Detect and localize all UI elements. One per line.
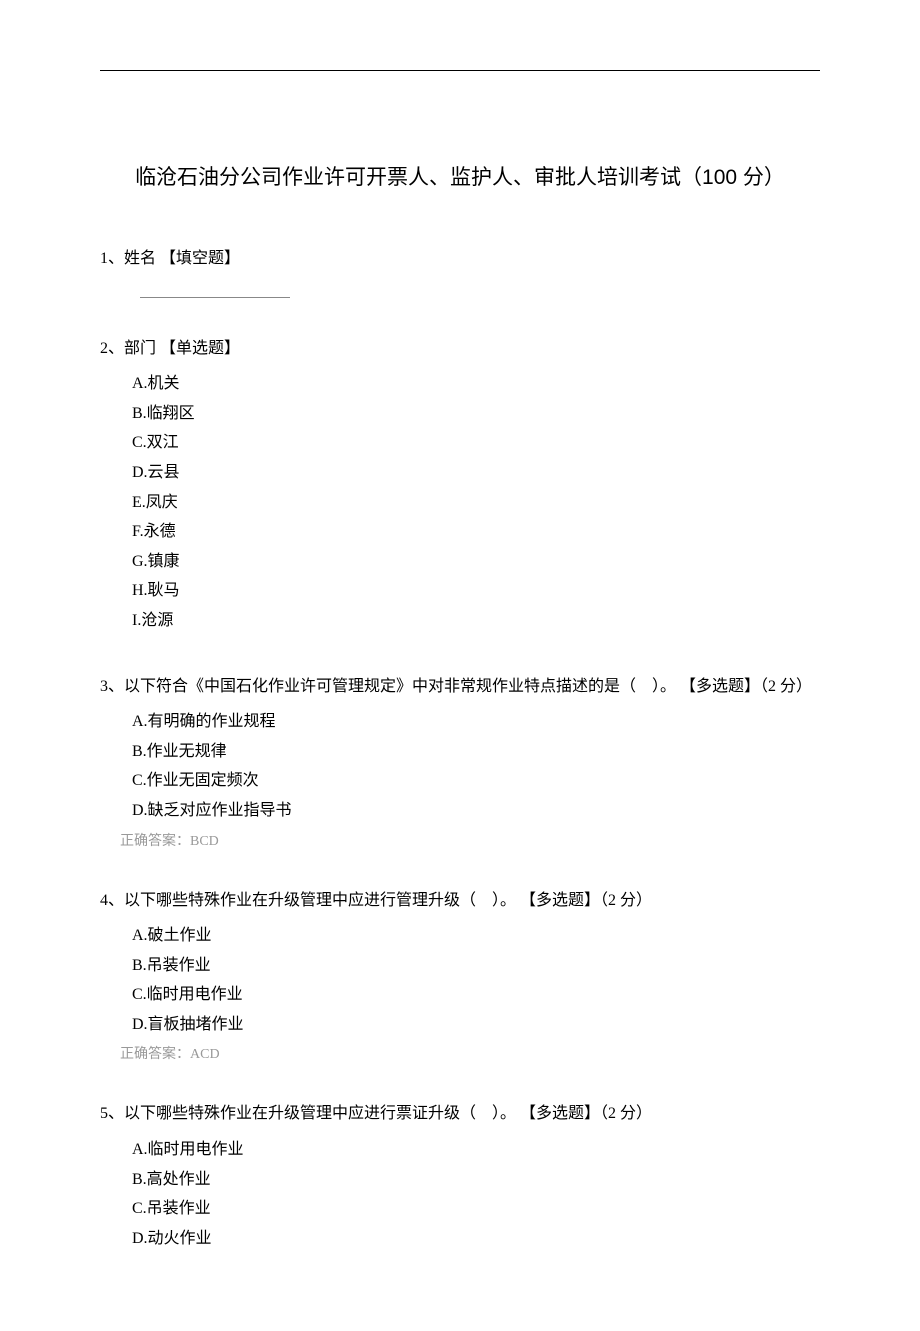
options-list: A.破土作业 B.吊装作业 C.临时用电作业 D.盲板抽堵作业 [100,921,820,1039]
option-item: G.镇康 [132,547,820,577]
options-list: A.有明确的作业规程 B.作业无规律 C.作业无固定频次 D.缺乏对应作业指导书 [100,707,820,825]
fill-blank-line[interactable] [140,290,290,298]
question-type: 【单选题】 [160,340,240,357]
correct-answer: 正确答案：BCD [100,830,820,850]
option-item: A.破土作业 [132,921,820,951]
question-text: 1、姓名 【填空题】 [100,246,820,272]
question-number: 2、 [100,340,124,357]
option-item: D.缺乏对应作业指导书 [132,796,820,826]
question-score: （2 分） [600,1105,652,1122]
question-text: 2、部门 【单选题】 [100,336,820,362]
question-block: 3、以下符合《中国石化作业许可管理规定》中对非常规作业特点描述的是（ ）。 【多… [100,674,820,850]
option-item: B.吊装作业 [132,951,820,981]
question-score: （2 分） [760,678,812,695]
option-item: B.临翔区 [132,399,820,429]
option-item: C.作业无固定频次 [132,766,820,796]
option-item: A.机关 [132,369,820,399]
option-item: F.永德 [132,517,820,547]
question-number: 3、 [100,678,124,695]
question-block: 5、以下哪些特殊作业在升级管理中应进行票证升级（ ）。 【多选题】（2 分） A… [100,1101,820,1253]
option-item: D.动火作业 [132,1224,820,1254]
question-text: 4、以下哪些特殊作业在升级管理中应进行管理升级（ ）。 【多选题】（2 分） [100,888,820,914]
options-list: A.机关 B.临翔区 C.双江 D.云县 E.凤庆 F.永德 G.镇康 H.耿马… [100,369,820,635]
option-item: E.凤庆 [132,488,820,518]
question-number: 5、 [100,1105,124,1122]
question-block: 2、部门 【单选题】 A.机关 B.临翔区 C.双江 D.云县 E.凤庆 F.永… [100,336,820,636]
option-item: B.高处作业 [132,1165,820,1195]
option-item: H.耿马 [132,576,820,606]
option-item: D.云县 [132,458,820,488]
question-body: 以下符合《中国石化作业许可管理规定》中对非常规作业特点描述的是（ ）。 [124,678,676,695]
option-item: A.临时用电作业 [132,1135,820,1165]
question-body: 部门 [124,340,156,357]
option-item: C.临时用电作业 [132,980,820,1010]
question-type: 【多选题】 [520,892,600,909]
question-score: （2 分） [600,892,652,909]
question-type: 【多选题】 [520,1105,600,1122]
option-item: C.吊装作业 [132,1194,820,1224]
option-item: A.有明确的作业规程 [132,707,820,737]
option-item: C.双江 [132,428,820,458]
fill-blank-wrapper [100,280,820,298]
question-body: 以下哪些特殊作业在升级管理中应进行票证升级（ ）。 [124,1105,516,1122]
question-text: 5、以下哪些特殊作业在升级管理中应进行票证升级（ ）。 【多选题】（2 分） [100,1101,820,1127]
question-text: 3、以下符合《中国石化作业许可管理规定》中对非常规作业特点描述的是（ ）。 【多… [100,674,820,700]
question-number: 1、 [100,250,124,267]
page-title: 临沧石油分公司作业许可开票人、监护人、审批人培训考试（100 分） [100,161,820,191]
correct-answer: 正确答案：ACD [100,1043,820,1063]
header-line [100,70,820,71]
question-body: 姓名 [124,250,156,267]
question-block: 4、以下哪些特殊作业在升级管理中应进行管理升级（ ）。 【多选题】（2 分） A… [100,888,820,1064]
question-type: 【填空题】 [160,250,240,267]
option-item: B.作业无规律 [132,737,820,767]
question-body: 以下哪些特殊作业在升级管理中应进行管理升级（ ）。 [124,892,516,909]
question-type: 【多选题】 [680,678,760,695]
options-list: A.临时用电作业 B.高处作业 C.吊装作业 D.动火作业 [100,1135,820,1253]
option-item: D.盲板抽堵作业 [132,1010,820,1040]
option-item: I.沧源 [132,606,820,636]
question-block: 1、姓名 【填空题】 [100,246,820,298]
question-number: 4、 [100,892,124,909]
